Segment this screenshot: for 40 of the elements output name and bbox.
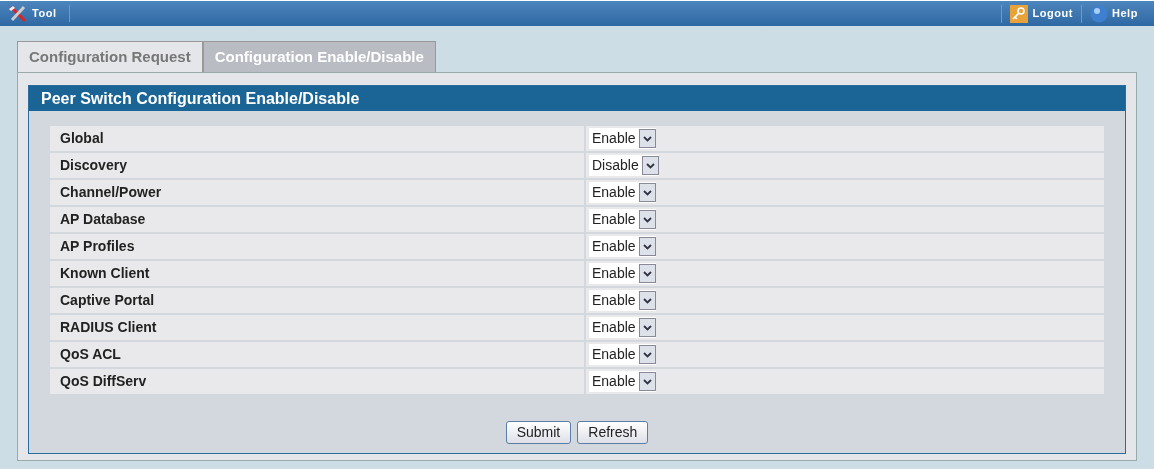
setting-label: Known Client xyxy=(50,261,584,286)
setting-label: Captive Portal xyxy=(50,288,584,313)
tool-label[interactable]: Tool xyxy=(32,5,70,22)
dropdown[interactable]: Enable xyxy=(589,317,656,338)
dropdown[interactable]: Enable xyxy=(589,290,656,311)
setting-label: AP Profiles xyxy=(50,234,584,259)
logout-link[interactable]: Logout xyxy=(1001,4,1081,23)
caret-icon xyxy=(638,129,656,148)
caret-icon xyxy=(638,210,656,229)
panel-title: Peer Switch Configuration Enable/Disable xyxy=(29,86,1125,111)
help-icon xyxy=(1089,4,1108,23)
dropdown[interactable]: Enable xyxy=(589,263,656,284)
tab[interactable]: Configuration Request xyxy=(17,41,203,72)
dropdown[interactable]: Enable xyxy=(589,344,656,365)
dropdown[interactable]: Disable xyxy=(589,155,659,176)
setting-label: RADIUS Client xyxy=(50,315,584,340)
setting-label: QoS ACL xyxy=(50,342,584,367)
caret-icon xyxy=(638,183,656,202)
setting-label: QoS DiffServ xyxy=(50,369,584,394)
caret-icon xyxy=(641,156,659,175)
caret-icon xyxy=(638,345,656,364)
caret-icon xyxy=(638,264,656,283)
dropdown[interactable]: Enable xyxy=(589,236,656,257)
setting-label: AP Database xyxy=(50,207,584,232)
help-link[interactable]: Help xyxy=(1080,4,1146,23)
form-button[interactable]: Refresh xyxy=(577,421,649,444)
dropdown[interactable]: Enable xyxy=(589,209,656,230)
key-icon xyxy=(1010,4,1029,23)
dropdown[interactable]: Enable xyxy=(589,182,656,203)
caret-icon xyxy=(638,318,656,337)
caret-icon xyxy=(638,372,656,391)
form-button[interactable]: Submit xyxy=(505,421,572,444)
caret-icon xyxy=(638,237,656,256)
setting-label: Channel/Power xyxy=(50,180,584,205)
tools-icon xyxy=(8,4,28,23)
setting-label: Global xyxy=(50,126,584,151)
dropdown[interactable]: Enable xyxy=(589,128,656,149)
dropdown[interactable]: Enable xyxy=(589,371,656,392)
caret-icon xyxy=(638,291,656,310)
setting-label: Discovery xyxy=(50,153,584,178)
